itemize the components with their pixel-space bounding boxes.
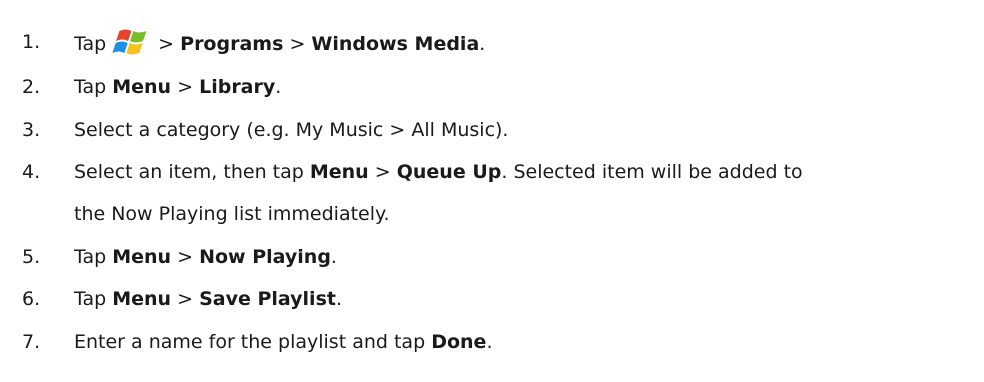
menu-path-save-playlist: Save Playlist — [199, 288, 336, 310]
step-number: 5. — [22, 246, 41, 268]
step-text: Tap Menu > Library. — [74, 76, 282, 98]
menu-path-windows-media: Windows Media — [311, 33, 480, 55]
menu-path-library: Library — [199, 76, 276, 98]
step-number: 3. — [22, 119, 41, 141]
step-text: Select a category (e.g. My Music > All M… — [74, 119, 509, 141]
menu-path-done: Done — [431, 331, 487, 353]
step-text: Enter a name for the playlist and tap Do… — [74, 331, 493, 353]
step-text: Tap Menu > Now Playing. — [74, 246, 337, 268]
step-text-continuation: the Now Playing list immediately. — [74, 203, 390, 225]
step-number: 6. — [22, 288, 41, 310]
menu-path-menu: Menu — [112, 76, 172, 98]
instruction-list: 1. Tap > Programs > Windows Media. 2. Ta… — [0, 0, 984, 382]
menu-path-now-playing: Now Playing — [199, 246, 331, 268]
step-number: 7. — [22, 331, 41, 353]
step-number: 1. — [22, 31, 41, 53]
step-number: 2. — [22, 76, 41, 98]
menu-path-menu: Menu — [309, 161, 369, 183]
menu-path-menu: Menu — [112, 288, 172, 310]
menu-path-menu: Menu — [112, 246, 172, 268]
step-text: Tap Menu > Save Playlist. — [74, 288, 343, 310]
windows-start-icon — [112, 27, 148, 57]
menu-path-programs: Programs — [180, 33, 284, 55]
step-text: Select an item, then tap Menu > Queue Up… — [74, 161, 803, 183]
step-text: Tap > Programs > Windows Media. — [74, 27, 485, 59]
step-number: 4. — [22, 161, 41, 183]
menu-path-queue-up: Queue Up — [396, 161, 502, 183]
